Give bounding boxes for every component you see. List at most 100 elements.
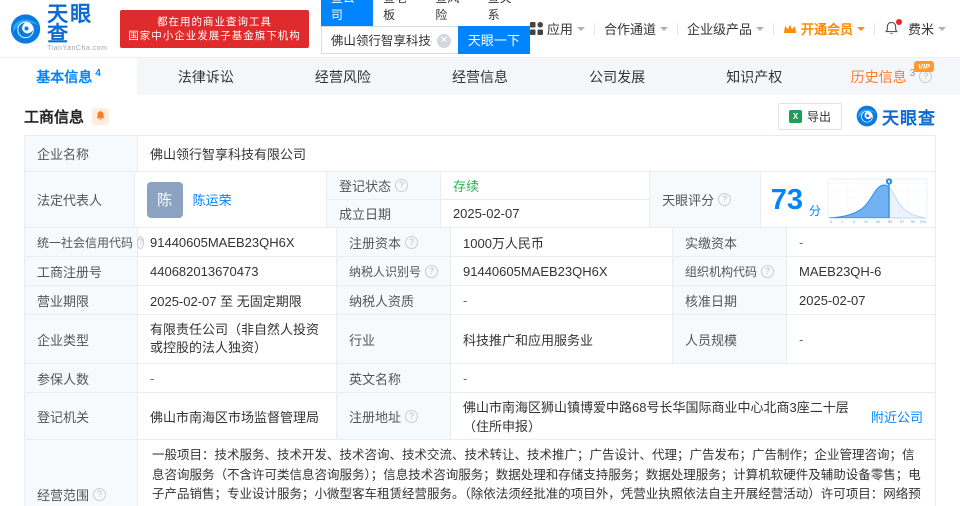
field-label: 工商注册号 (25, 257, 138, 285)
industry-value: 科技推广和应用服务业 (451, 315, 673, 363)
nearby-companies-link[interactable]: 附近公司 (871, 407, 923, 426)
tab-count: 4 (95, 68, 101, 79)
divider (676, 22, 678, 35)
search-tab-relation[interactable]: 查关系 (478, 0, 530, 26)
help-icon[interactable]: ? (425, 264, 439, 278)
field-label: 登记机关 (25, 393, 138, 439)
help-icon[interactable]: ? (718, 193, 732, 206)
field-label: 英文名称 (337, 364, 451, 392)
table-row: 经营范围? 一般项目：技术服务、技术开发、技术咨询、技术交流、技术转让、技术推广… (25, 440, 935, 506)
field-label: 纳税人资质 (337, 286, 451, 314)
approval-date-value: 2025-02-07 (799, 292, 866, 308)
main-content: 工商信息 X 导出 天眼查 企业名称 佛山领行智享科技有限公司 法定代表人 陈 … (0, 95, 960, 506)
top-header: 天眼查 TianYanCha.com 都在用的商业查询工具 国家中小企业发展子基… (0, 0, 960, 57)
table-row: 营业期限 2025-02-07 至 无固定期限 纳税人资质 - 核准日期 202… (25, 286, 935, 315)
divider (772, 22, 774, 35)
bell-icon (96, 111, 105, 120)
table-row: 登记机关 佛山市南海区市场监督管理局 注册地址? 佛山市南海区狮山镇博爱中路68… (25, 393, 935, 440)
tab-operation-risk[interactable]: 经营风险 (274, 58, 411, 95)
business-info-table: 企业名称 佛山领行智享科技有限公司 法定代表人 陈 陈运荣 登记状态? 存续 成… (24, 135, 936, 506)
tab-basic-info[interactable]: 基本信息 4 (0, 58, 138, 95)
search-tab-company[interactable]: 查公司 (320, 0, 374, 26)
chevron-down-icon (938, 26, 946, 35)
divider (593, 22, 595, 35)
field-label: 法定代表人 (25, 172, 135, 227)
org-code-value: MAEB23QH-6 (799, 263, 882, 279)
search-tab-boss[interactable]: 查老板 (373, 0, 425, 26)
search-tab-risk[interactable]: 查风险 (425, 0, 477, 26)
field-label: 登记状态? (326, 172, 441, 199)
search-tabs: 查公司 查老板 查风险 查关系 (320, 0, 530, 26)
establish-date-value: 2025-02-07 (452, 206, 520, 221)
reg-status-value: 存续 (452, 179, 479, 194)
svg-text:100: 100 (920, 219, 927, 224)
help-icon[interactable]: ? (93, 488, 107, 502)
svg-text:97: 97 (900, 219, 905, 224)
tab-company-development[interactable]: 公司发展 (549, 58, 686, 95)
notifications-button[interactable] (884, 19, 902, 36)
field-label: 组织机构代码? (673, 257, 787, 285)
legal-rep-cell: 陈 陈运荣 (135, 172, 327, 227)
clear-search-icon[interactable]: ✕ (436, 33, 451, 48)
help-icon[interactable]: ? (405, 235, 419, 249)
tab-label: 历史信息 (850, 68, 907, 85)
tab-history-info[interactable]: VIP 历史信息 3 ? (823, 58, 960, 95)
tab-label: 法律诉讼 (177, 68, 234, 85)
nav-apps[interactable]: 应用 (529, 19, 585, 38)
nav-user[interactable]: 费米 (908, 19, 946, 38)
table-row: 工商注册号 440682013670473 纳税人识别号? 91440605MA… (25, 257, 935, 286)
score-unit: 分 (808, 204, 821, 218)
score-value: 73 (770, 183, 803, 216)
export-label: 导出 (806, 109, 831, 124)
legal-rep-link[interactable]: 陈运荣 (193, 190, 232, 209)
tianyancha-logo-icon (856, 105, 878, 127)
tianyan-score-cell[interactable]: 73 分 0 1 3 15 50 85 97 99 100 (761, 172, 935, 227)
english-name-value: - (463, 370, 468, 386)
chevron-down-icon (755, 26, 764, 35)
divider (873, 22, 875, 35)
taxpayer-id-value: 91440605MAEB23QH6X (451, 257, 673, 285)
reg-address-value: 佛山市南海区狮山镇博爱中路68号长华国际商业中心北商3座二十层（住所申报） (463, 400, 849, 434)
reg-authority-value: 佛山市南海区市场监督管理局 (138, 393, 337, 439)
tab-operation-info[interactable]: 经营信息 (411, 58, 548, 95)
help-icon[interactable]: ? (761, 264, 775, 278)
nav-apps-label: 应用 (546, 22, 573, 37)
help-icon[interactable]: ? (394, 179, 408, 192)
nav-open-vip[interactable]: 开通会员 (783, 19, 865, 38)
tab-legal-proceedings[interactable]: 法律诉讼 (137, 58, 274, 95)
tianyancha-logo-icon (10, 13, 41, 44)
tianyancha-logo[interactable]: 天眼查 TianYanCha.com (10, 3, 110, 52)
help-icon[interactable]: ? (405, 409, 419, 423)
export-button[interactable]: X 导出 (777, 102, 842, 130)
nav-partner[interactable]: 合作通道 (604, 19, 668, 38)
table-row: 参保人数 - 英文名称 - (25, 364, 935, 393)
tab-intellectual-property[interactable]: 知识产权 (686, 58, 823, 95)
svg-text:15: 15 (864, 219, 869, 224)
field-label: 企业类型 (25, 315, 138, 363)
chevron-down-icon (856, 26, 865, 35)
svg-text:0: 0 (830, 219, 833, 224)
field-label: 参保人数 (25, 364, 138, 392)
field-label: 纳税人识别号? (337, 257, 451, 285)
table-row: 企业名称 佛山领行智享科技有限公司 (25, 136, 935, 172)
reg-number-value: 440682013670473 (138, 257, 337, 285)
field-label: 成立日期 (326, 200, 441, 227)
field-label: 企业名称 (25, 136, 138, 171)
logo-name: 天眼查 (47, 3, 94, 46)
table-row: 企业类型 有限责任公司（非自然人投资或控股的法人独资） 行业 科技推广和应用服务… (25, 315, 935, 364)
chevron-down-icon (576, 26, 585, 35)
svg-text:3: 3 (853, 219, 856, 224)
nav-enterprise[interactable]: 企业级产品 (687, 19, 764, 38)
subscribe-bell[interactable] (92, 107, 110, 125)
crown-icon (783, 24, 796, 33)
search-button[interactable]: 天眼一下 (457, 25, 530, 54)
field-label: 人员规模 (673, 315, 787, 363)
avatar: 陈 (146, 181, 183, 218)
field-label: 实缴资本 (673, 228, 787, 256)
field-label: 天眼评分? (650, 172, 761, 227)
company-tabbar: 基本信息 4 法律诉讼 经营风险 经营信息 公司发展 知识产权 VIP 历史信息 3… (0, 57, 960, 95)
apps-grid-icon (529, 22, 543, 35)
reg-capital-value: 1000万人民币 (451, 228, 673, 256)
company-type-value: 有限责任公司（非自然人投资或控股的法人独资） (138, 315, 337, 363)
excel-icon: X (788, 109, 802, 123)
